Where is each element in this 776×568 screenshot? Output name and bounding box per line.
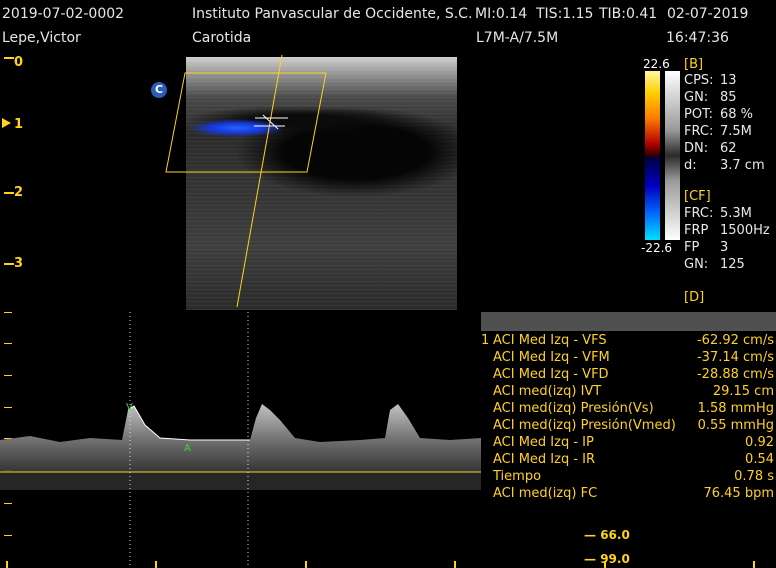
- measurement-row: ACI Med Izq - IR 0.54: [481, 452, 776, 469]
- cf-fp-value: 3: [720, 240, 729, 255]
- measurement-index: 1: [481, 333, 490, 348]
- measurement-value: -62.92 cm/s: [696, 333, 774, 348]
- param-dn-label: DN:: [684, 141, 709, 156]
- time-tick: [753, 561, 755, 568]
- time-tick: [305, 561, 307, 568]
- cf-frc-value: 5.3M: [720, 206, 752, 221]
- gray-map-bar: [665, 71, 680, 240]
- measurement-row: 1 ACI Med Izq - VFS -62.92 cm/s: [481, 333, 776, 350]
- measurement-value: 0.55 mmHg: [697, 418, 774, 433]
- measurement-value: 76.45 bpm: [703, 486, 774, 501]
- image-marker-icon: C: [151, 82, 167, 98]
- measurement-label: Tiempo: [493, 469, 542, 484]
- param-pot-label: POT:: [684, 107, 713, 122]
- measurement-label: ACI med(izq) Presión(Vs): [493, 401, 654, 416]
- param-depth-value: 3.7 cm: [720, 158, 765, 173]
- measurement-label: ACI Med Izq - VFM: [493, 350, 610, 365]
- measurements-panel: 1 ACI Med Izq - VFS -62.92 cm/s ACI Med …: [481, 312, 776, 508]
- b-params-title: [B]: [684, 57, 704, 72]
- measurements-header: [481, 312, 776, 331]
- param-frc-label: FRC:: [684, 124, 714, 139]
- measurement-label: ACI Med Izq - VFS: [493, 333, 607, 348]
- measurement-row: ACI Med Izq - IP 0.92: [481, 435, 776, 452]
- measurement-value: 0.92: [745, 435, 774, 450]
- param-dn-value: 62: [720, 141, 737, 156]
- measurement-row: ACI med(izq) FC 76.45 bpm: [481, 486, 776, 503]
- measurement-label: ACI med(izq) IVT: [493, 384, 602, 399]
- color-bar-top-label: 22.6: [643, 57, 670, 71]
- cf-gn-value: 125: [720, 257, 745, 272]
- cf-frp-value: 1500Hz: [720, 223, 770, 238]
- param-pot-value: 68 %: [720, 107, 754, 122]
- color-bar-bottom-label: -22.6: [641, 241, 673, 255]
- color-roi-box: [165, 72, 327, 173]
- measurement-row: ACI med(izq) Presión(Vs) 1.58 mmHg: [481, 401, 776, 418]
- measurement-value: -37.14 cm/s: [696, 350, 774, 365]
- measurement-value: -28.88 cm/s: [696, 367, 774, 382]
- time-tick: [454, 561, 456, 568]
- cf-frc-label: FRC:: [684, 206, 714, 221]
- measurement-label: ACI med(izq) FC: [493, 486, 598, 501]
- param-gn-label: GN:: [684, 90, 709, 105]
- doppler-cursor-line: [236, 54, 283, 308]
- d-params-title: [D]: [684, 290, 705, 305]
- measurement-row: ACI Med Izq - VFM -37.14 cm/s: [481, 350, 776, 367]
- cf-frp-label: FRP: [684, 223, 709, 238]
- measurement-label: ACI Med Izq - IP: [493, 435, 594, 450]
- time-tick: [604, 561, 606, 568]
- velocity-label-66: — 66.0: [584, 528, 630, 542]
- velocity-color-bar-negative: [645, 157, 660, 240]
- cf-fp-label: FP: [684, 240, 700, 255]
- time-tick: [6, 561, 8, 568]
- spectrum-mirror: [0, 472, 481, 490]
- param-depth-label: d:: [684, 158, 697, 173]
- diastolic-marker: A: [184, 443, 191, 454]
- param-cps-label: CPS:: [684, 73, 714, 88]
- cf-gn-label: GN:: [684, 257, 709, 272]
- measurement-value: 0.54: [745, 452, 774, 467]
- param-frc-value: 7.5M: [720, 124, 752, 139]
- measurement-label: ACI med(izq) Presión(Vmed): [493, 418, 676, 433]
- velocity-color-bar-positive: [645, 71, 660, 157]
- measurement-value: 29.15 cm: [712, 384, 774, 399]
- systolic-marker: V: [126, 402, 133, 413]
- param-cps-value: 13: [720, 73, 737, 88]
- doppler-spectrum[interactable]: V A: [0, 300, 481, 568]
- measurement-row: ACI med(izq) IVT 29.15 cm: [481, 384, 776, 401]
- time-tick: [155, 561, 157, 568]
- measurement-value: 1.58 mmHg: [697, 401, 774, 416]
- measurement-label: ACI Med Izq - IR: [493, 452, 596, 467]
- param-gn-value: 85: [720, 90, 737, 105]
- spectrum-envelope: [0, 404, 481, 472]
- velocity-label-99: — 99.0: [584, 552, 630, 566]
- cf-params-title: [CF]: [684, 189, 711, 204]
- measurement-value: 0.78 s: [734, 469, 774, 484]
- measurement-row: ACI med(izq) Presión(Vmed) 0.55 mmHg: [481, 418, 776, 435]
- measurement-row: ACI Med Izq - VFD -28.88 cm/s: [481, 367, 776, 384]
- measurement-label: ACI Med Izq - VFD: [493, 367, 609, 382]
- measurement-row: Tiempo 0.78 s: [481, 469, 776, 486]
